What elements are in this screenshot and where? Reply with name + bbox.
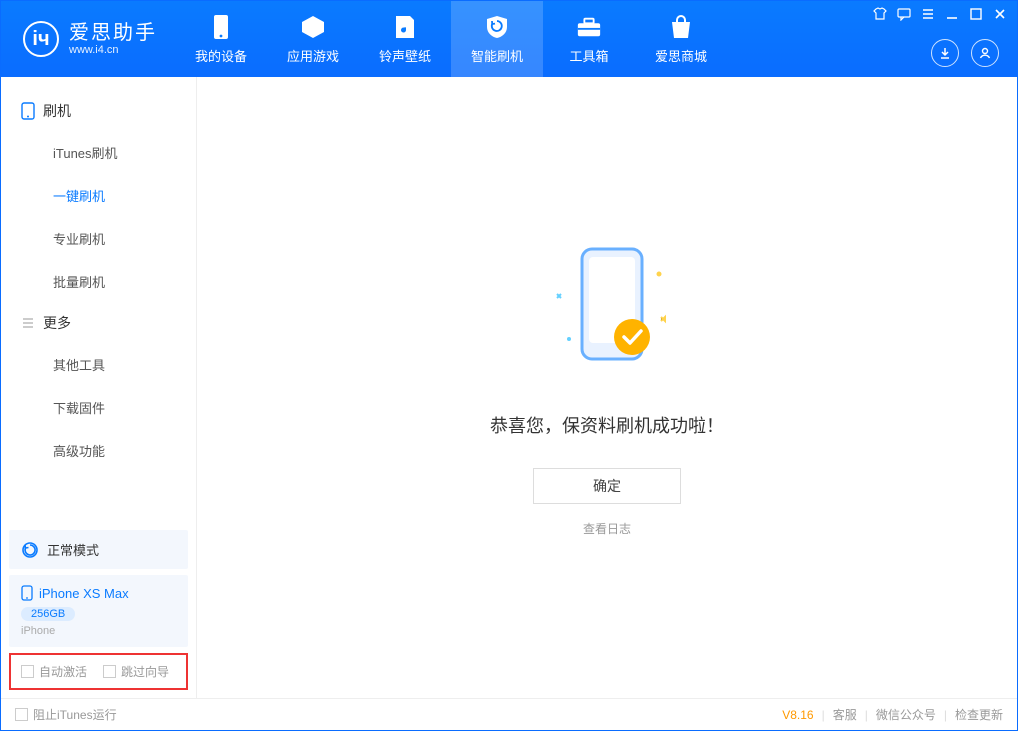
success-illustration [527,239,687,384]
window-controls [873,7,1007,21]
sidebar-section-more: 更多 [1,303,196,343]
menu-icon[interactable] [921,7,935,21]
status-text: 正常模式 [47,540,99,559]
sidebar-item-oneclick-flash[interactable]: 一键刷机 [1,174,196,217]
sidebar-item-other-tools[interactable]: 其他工具 [1,343,196,386]
ok-button[interactable]: 确定 [533,468,681,504]
logo-area: iч 爱思助手 www.i4.cn [1,1,175,77]
device-icon [208,14,234,40]
device-card[interactable]: iPhone XS Max 256GB iPhone [9,575,188,647]
footer: 阻止iTunes运行 V8.16 | 客服 | 微信公众号 | 检查更新 [1,698,1017,730]
toolbox-icon [576,14,602,40]
list-icon [21,316,35,330]
device-name: iPhone XS Max [39,586,129,601]
note-file-icon [392,14,418,40]
phone-icon [21,102,35,120]
titlebar: iч 爱思助手 www.i4.cn 我的设备 应用游戏 铃声壁纸 智能刷机 [1,1,1017,77]
success-message: 恭喜您，保资料刷机成功啦！ [490,412,724,438]
main-content: 恭喜您，保资料刷机成功啦！ 确定 查看日志 [197,77,1017,698]
nav-label: 工具箱 [569,46,608,65]
nav-apps-games[interactable]: 应用游戏 [267,1,359,77]
feedback-icon[interactable] [897,7,911,21]
footer-link-wechat[interactable]: 微信公众号 [876,706,936,723]
sidebar: 刷机 iTunes刷机 一键刷机 专业刷机 批量刷机 更多 其他工具 下载固件 … [1,77,197,698]
device-type: iPhone [21,625,176,637]
app-url: www.i4.cn [69,44,157,56]
app-window: iч 爱思助手 www.i4.cn 我的设备 应用游戏 铃声壁纸 智能刷机 [0,0,1018,731]
nav-label: 我的设备 [195,46,247,65]
section-title: 更多 [43,313,71,333]
phone-small-icon [21,585,33,601]
body: 刷机 iTunes刷机 一键刷机 专业刷机 批量刷机 更多 其他工具 下载固件 … [1,77,1017,698]
refresh-icon [21,541,39,559]
titlebar-circle-buttons [931,39,999,67]
download-button[interactable] [931,39,959,67]
nav-label: 应用游戏 [287,46,339,65]
sidebar-item-download-firmware[interactable]: 下载固件 [1,386,196,429]
minimize-button[interactable] [945,7,959,21]
shield-refresh-icon [484,14,510,40]
device-storage-badge: 256GB [21,607,75,621]
bag-icon [668,14,694,40]
top-nav: 我的设备 应用游戏 铃声壁纸 智能刷机 工具箱 爱思商城 [175,1,727,77]
close-button[interactable] [993,7,1007,21]
sidebar-item-itunes-flash[interactable]: iTunes刷机 [1,131,196,174]
nav-label: 爱思商城 [655,46,707,65]
logo-text: 爱思助手 www.i4.cn [69,22,157,56]
nav-label: 铃声壁纸 [379,46,431,65]
nav-label: 智能刷机 [471,46,523,65]
block-itunes-checkbox[interactable]: 阻止iTunes运行 [15,706,117,723]
sidebar-item-batch-flash[interactable]: 批量刷机 [1,260,196,303]
nav-smart-flash[interactable]: 智能刷机 [451,1,543,77]
view-log-link[interactable]: 查看日志 [583,520,631,537]
section-title: 刷机 [43,101,71,121]
account-button[interactable] [971,39,999,67]
sidebar-item-advanced[interactable]: 高级功能 [1,429,196,472]
auto-activate-checkbox[interactable]: 自动激活 [21,663,87,680]
sidebar-scroll: 刷机 iTunes刷机 一键刷机 专业刷机 批量刷机 更多 其他工具 下载固件 … [1,77,196,522]
nav-my-device[interactable]: 我的设备 [175,1,267,77]
app-name: 爱思助手 [69,22,157,44]
flash-options-highlighted: 自动激活 跳过向导 [9,653,188,690]
sidebar-section-flash: 刷机 [1,91,196,131]
version-label: V8.16 [782,708,813,722]
cube-icon [300,14,326,40]
sidebar-bottom: 正常模式 iPhone XS Max 256GB iPhone 自动激活 跳过向… [1,522,196,698]
skip-guide-checkbox[interactable]: 跳过向导 [103,663,169,680]
maximize-button[interactable] [969,7,983,21]
footer-link-update[interactable]: 检查更新 [955,706,1003,723]
logo-icon: iч [23,21,59,57]
device-mode-card[interactable]: 正常模式 [9,530,188,569]
footer-link-support[interactable]: 客服 [833,706,857,723]
nav-store[interactable]: 爱思商城 [635,1,727,77]
nav-ringtone-wallpaper[interactable]: 铃声壁纸 [359,1,451,77]
sidebar-item-pro-flash[interactable]: 专业刷机 [1,217,196,260]
skin-icon[interactable] [873,7,887,21]
nav-toolbox[interactable]: 工具箱 [543,1,635,77]
